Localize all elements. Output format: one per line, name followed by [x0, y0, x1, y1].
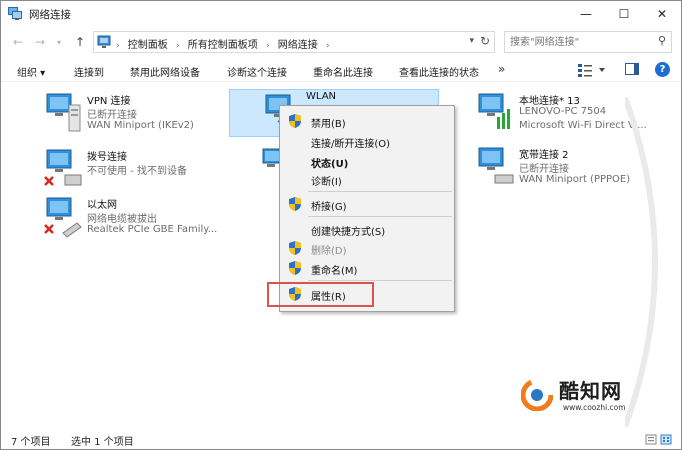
menu-item-label: 状态(U)	[311, 159, 349, 170]
menu-item-label: 连接/断开连接(O)	[311, 139, 391, 150]
network-connections-app-icon	[8, 7, 22, 20]
menu-item-label: 诊断(I)	[311, 177, 342, 188]
coozhi-logo-icon	[521, 379, 553, 411]
connection-device: WAN Miniport (IKEv2)	[87, 120, 194, 131]
breadcrumb-network-connections[interactable]: 网络连接	[278, 40, 318, 51]
chevron-right-icon[interactable]: ›	[176, 41, 180, 51]
title-bar: 网络连接 — ☐ ✕	[1, 1, 681, 27]
connection-status: 已断开连接	[519, 164, 569, 175]
menu-item-bridge[interactable]: 桥接(G)	[280, 194, 454, 214]
vpn-adapter-icon	[46, 93, 81, 132]
dialup-modem-icon	[44, 149, 82, 186]
address-bar[interactable]: › 控制面板 › 所有控制面板项 › 网络连接 › ▾ ↻	[93, 31, 495, 53]
ethernet-adapter-icon	[44, 197, 82, 238]
menu-item-label: 桥接(G)	[311, 202, 347, 213]
connection-item-dialup[interactable]: 拨号连接 不可使用 - 找不到设备	[43, 147, 243, 195]
menu-item-label: 重命名(M)	[311, 266, 358, 277]
menu-item-connect-disconnect[interactable]: 连接/断开连接(O)	[280, 131, 454, 151]
properties-highlight-box	[267, 282, 374, 307]
view-toggle-icon[interactable]	[645, 434, 673, 445]
up-arrow-icon[interactable]: ↑	[75, 35, 85, 49]
chevron-right-icon: ›	[116, 41, 120, 51]
chevron-right-icon[interactable]: ›	[326, 41, 330, 51]
item-count: 7 个项目	[11, 437, 51, 448]
view-status-button[interactable]: 查看此连接的状态	[399, 64, 479, 79]
menu-item-delete[interactable]: 删除(D)	[280, 238, 454, 258]
rename-button[interactable]: 重命名此连接	[313, 64, 373, 79]
help-icon[interactable]: ?	[655, 62, 670, 77]
connection-name: VPN 连接	[87, 96, 131, 107]
broadband-adapter-icon	[478, 147, 514, 184]
search-icon[interactable]: ⚲	[658, 34, 666, 47]
menu-separator	[308, 216, 452, 217]
more-commands-button[interactable]: »	[498, 62, 505, 76]
menu-item-status[interactable]: 状态(U)	[280, 151, 454, 171]
watermark-name: 酷知网	[559, 379, 622, 403]
disable-device-button[interactable]: 禁用此网络设备	[130, 64, 200, 79]
menu-item-label: 禁用(B)	[311, 119, 346, 130]
menu-separator	[308, 280, 452, 281]
forward-arrow-icon[interactable]: →	[35, 35, 45, 49]
network-adapter-icon	[478, 93, 510, 129]
network-connections-window: 网络连接 — ☐ ✕ ← → ▾ ↑ › 控制面板 › 所有控制面板项 › 网络…	[0, 0, 682, 450]
back-arrow-icon[interactable]: ←	[13, 35, 23, 49]
connection-name: 拨号连接	[87, 152, 127, 163]
status-bar: 7 个项目 选中 1 个项目	[1, 429, 681, 449]
search-box[interactable]: ⚲	[504, 31, 672, 53]
hidden-adapter-icon	[262, 148, 279, 167]
menu-item-label: 创建快捷方式(S)	[311, 227, 386, 238]
change-view-icon[interactable]	[577, 62, 607, 78]
connection-status: 网络电缆被拔出	[87, 214, 157, 225]
connection-status: LENOVO-PC 7504	[519, 106, 607, 117]
refresh-icon[interactable]: ↻	[480, 34, 490, 48]
connection-item-ethernet[interactable]: 以太网 网络电缆被拔出 Realtek PCIe GBE Family...	[43, 195, 253, 243]
breadcrumb-all-control-panel-items[interactable]: 所有控制面板项	[188, 40, 258, 51]
connection-item-vpn[interactable]: VPN 连接 已断开连接 WAN Miniport (IKEv2)	[43, 91, 223, 139]
menu-item-disable[interactable]: 禁用(B)	[280, 111, 454, 131]
uac-shield-icon	[289, 197, 301, 211]
menu-separator	[308, 191, 452, 192]
watermark: 酷知网 www.coozhi.com	[521, 373, 661, 417]
address-row: ← → ▾ ↑ › 控制面板 › 所有控制面板项 › 网络连接 › ▾ ↻ 搜索…	[1, 27, 681, 57]
window-title: 网络连接	[29, 9, 71, 21]
connection-name: 宽带连接 2	[519, 150, 569, 161]
connection-status: 不可使用 - 找不到设备	[87, 166, 187, 177]
uac-shield-icon	[289, 241, 301, 255]
connection-device: Realtek PCIe GBE Family...	[87, 224, 218, 235]
minimize-button[interactable]: —	[567, 1, 605, 27]
search-input[interactable]	[510, 35, 650, 50]
close-button[interactable]: ✕	[643, 1, 681, 27]
menu-item-create-shortcut[interactable]: 创建快捷方式(S)	[280, 219, 454, 239]
menu-item-rename[interactable]: 重命名(M)	[280, 258, 454, 278]
breadcrumb: › 控制面板 › 所有控制面板项 › 网络连接 ›	[116, 36, 335, 51]
watermark-url: www.coozhi.com	[563, 403, 626, 412]
uac-shield-icon	[289, 261, 301, 275]
connect-to-button[interactable]: 连接到	[74, 64, 104, 79]
connection-name: WLAN	[306, 91, 337, 102]
uac-shield-icon	[289, 114, 301, 128]
connection-name: 以太网	[87, 200, 117, 211]
organize-menu[interactable]: 组织 ▾	[17, 64, 45, 79]
breadcrumb-control-panel[interactable]: 控制面板	[128, 40, 168, 51]
command-bar: 组织 ▾ 连接到 禁用此网络设备 诊断这个连接 重命名此连接 查看此连接的状态 …	[1, 58, 681, 82]
context-menu: 禁用(B) 连接/断开连接(O) 状态(U) 诊断(I) 桥接(G) 创建快捷方…	[279, 105, 455, 312]
recent-dropdown-icon[interactable]: ▾	[57, 38, 61, 47]
connection-device: WAN Miniport (PPPOE)	[519, 174, 631, 185]
connection-status: 已断开连接	[87, 110, 137, 121]
preview-pane-icon[interactable]	[625, 63, 639, 75]
maximize-button[interactable]: ☐	[605, 1, 643, 27]
control-panel-icon	[97, 35, 111, 48]
connection-name: 本地连接* 13	[519, 96, 580, 107]
address-dropdown-icon[interactable]: ▾	[469, 36, 474, 46]
menu-item-diagnose[interactable]: 诊断(I)	[280, 169, 454, 189]
chevron-right-icon[interactable]: ›	[266, 41, 270, 51]
selected-count: 选中 1 个项目	[71, 437, 134, 448]
diagnose-button[interactable]: 诊断这个连接	[227, 64, 287, 79]
menu-item-label: 删除(D)	[311, 246, 347, 257]
